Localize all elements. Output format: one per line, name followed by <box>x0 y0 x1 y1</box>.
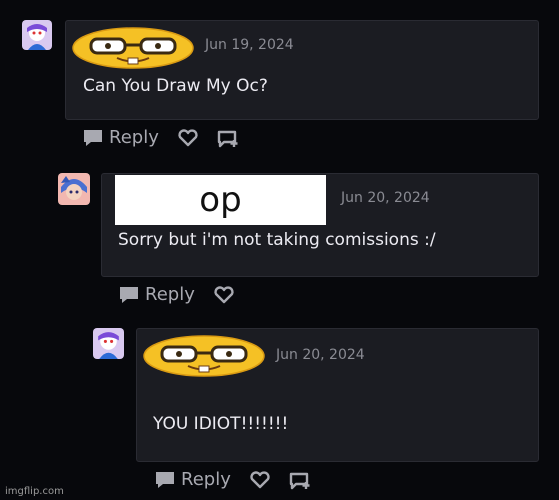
comment-card: op Jun 20, 2024 Sorry but i'm not taking… <box>101 173 539 277</box>
nerd-face-emoji <box>71 27 195 73</box>
heart-icon <box>250 470 270 488</box>
watermark: imgflip.com <box>5 486 64 497</box>
reply-icon <box>84 129 102 146</box>
redaction-box: op <box>115 175 326 225</box>
reply-button[interactable]: Reply <box>118 284 195 305</box>
gift-icon <box>217 130 238 147</box>
reply-icon <box>120 286 138 303</box>
like-button[interactable] <box>177 128 199 148</box>
comment-actions: Reply <box>82 127 259 148</box>
gift-button[interactable] <box>217 128 241 148</box>
like-button[interactable] <box>249 470 271 490</box>
comment-date: Jun 20, 2024 <box>276 347 365 363</box>
commenter-avatar[interactable] <box>93 328 124 359</box>
reply-icon <box>156 471 174 488</box>
like-button[interactable] <box>213 285 235 305</box>
heart-icon <box>178 128 198 146</box>
reply-label: Reply <box>181 469 231 490</box>
reply-button[interactable]: Reply <box>82 127 159 148</box>
gift-button[interactable] <box>289 470 313 490</box>
reply-button[interactable]: Reply <box>154 469 231 490</box>
comment-card: Jun 19, 2024 Can You Draw My Oc? <box>65 20 539 120</box>
comment-card: Jun 20, 2024 YOU IDIOT!!!!!!! <box>136 328 539 462</box>
comment-text: Sorry but i'm not taking comissions :/ <box>118 230 436 250</box>
commenter-avatar[interactable] <box>22 20 52 50</box>
comment-actions: Reply <box>154 469 331 490</box>
comment-text: YOU IDIOT!!!!!!! <box>153 414 289 434</box>
nerd-face-emoji <box>142 335 266 381</box>
comment-date: Jun 19, 2024 <box>205 37 294 53</box>
comment-date: Jun 20, 2024 <box>341 190 430 206</box>
heart-icon <box>214 285 234 303</box>
comment-text: Can You Draw My Oc? <box>83 76 268 96</box>
reply-label: Reply <box>109 127 159 148</box>
gift-icon <box>289 472 310 489</box>
comment-actions: Reply <box>118 284 253 305</box>
commenter-avatar[interactable] <box>58 173 90 205</box>
reply-label: Reply <box>145 284 195 305</box>
